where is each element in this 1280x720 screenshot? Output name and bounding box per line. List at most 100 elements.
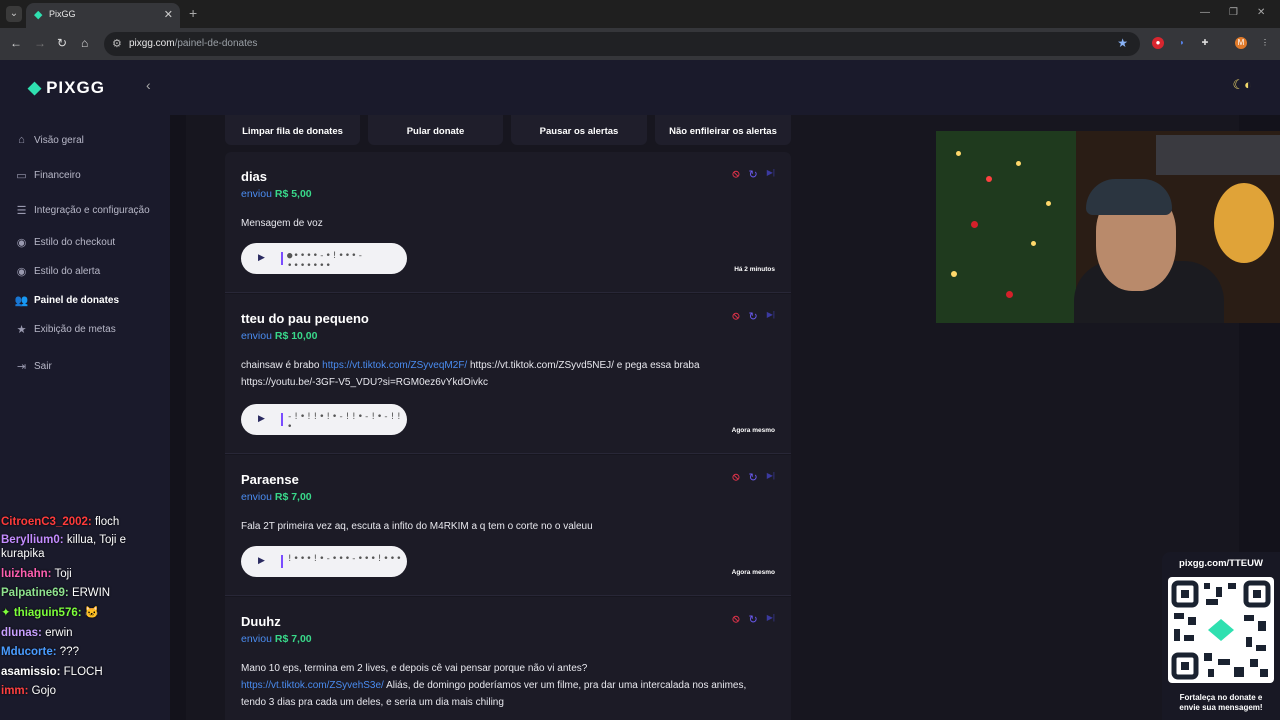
home-icon[interactable]: ⌂ (81, 36, 88, 50)
skip-icon[interactable]: ▶| (767, 168, 775, 181)
audio-player[interactable]: ▶ ●••••-•!•••-••••••• (241, 243, 407, 274)
audio-player[interactable]: ▶ !•••!•-•••-•••!••• (241, 546, 407, 577)
minimize-icon[interactable]: — (1200, 7, 1210, 18)
block-icon[interactable]: ⦸ (732, 310, 739, 323)
qr-caption: Fortaleça no donate e envie sua mensagem! (1162, 693, 1280, 713)
chat-username: Beryllium0: (1, 534, 64, 546)
qr-code-graphic (1171, 580, 1271, 680)
donation-message: Mensagem de voz (241, 218, 323, 229)
skip-icon[interactable]: ▶| (767, 310, 775, 323)
sidebar-item-label: Sair (34, 360, 52, 372)
sidebar-item-visao-geral[interactable]: ⌂ Visão geral (14, 131, 84, 149)
profile-avatar[interactable]: M (1235, 37, 1247, 49)
amount-value: R$ 10,00 (274, 330, 318, 342)
sidebar-item-integracao[interactable]: ☰ Integração e configuração (14, 201, 150, 219)
new-tab-icon[interactable]: + (189, 5, 197, 21)
chat-text: FLOCH (60, 666, 103, 678)
play-icon[interactable]: ▶ (258, 555, 265, 566)
extension-audio-icon[interactable]: ◗ (1176, 37, 1188, 49)
sidebar-item-financeiro[interactable]: ▭ Financeiro (14, 166, 80, 184)
timestamp: Há 2 minutos (734, 266, 775, 273)
sidebar-item-exibicao-metas[interactable]: ★ Exibição de metas (14, 320, 116, 338)
progress-bar[interactable] (281, 413, 283, 426)
play-icon[interactable]: ▶ (258, 413, 265, 424)
tab-search-button[interactable]: ⌄ (6, 6, 22, 22)
sidebar-item-label: Integração e configuração (34, 204, 150, 216)
timestamp: Agora mesmo (731, 427, 775, 434)
sent-label: enviou (241, 188, 272, 200)
replay-icon[interactable]: ↻ (749, 471, 758, 484)
waveform: !•••!•-•••-•••!••• (287, 554, 403, 564)
restore-icon[interactable]: ❐ (1229, 7, 1238, 18)
forward-icon[interactable]: → (34, 36, 46, 50)
lamp (1214, 183, 1274, 263)
sidebar-item-estilo-alerta[interactable]: ◉ Estilo do alerta (14, 262, 100, 280)
replay-icon[interactable]: ↻ (749, 168, 758, 181)
skip-icon[interactable]: ▶| (767, 471, 775, 484)
tree-light (1016, 161, 1021, 166)
progress-bar[interactable] (281, 555, 283, 568)
browser-menu-icon[interactable]: ⋮ (1259, 37, 1271, 49)
collapse-sidebar-icon[interactable]: ‹ (146, 77, 151, 93)
top-bar: ☾◐ (170, 60, 1280, 115)
chat-username: Mducorte: (1, 646, 57, 658)
block-icon[interactable]: ⦸ (732, 613, 739, 626)
clear-queue-button[interactable]: Limpar fila de donates (225, 115, 360, 145)
donation-amount: enviou R$ 7,00 (241, 633, 312, 645)
site-info-icon[interactable]: ⚙ (112, 37, 122, 50)
sidebar-item-sair[interactable]: ⇥ Sair (14, 357, 52, 375)
qr-overlay: pixgg.com/TTEUW Fortaleça no donate e env… (1162, 552, 1280, 720)
close-tab-icon[interactable]: ✕ (164, 8, 173, 21)
message-link[interactable]: https://vt.tiktok.com/ZSyveqM2F/ (322, 360, 467, 371)
document-icon: ☰ (16, 204, 27, 217)
chat-text: ERWIN (68, 587, 111, 599)
reload-icon[interactable]: ↻ (57, 36, 67, 50)
play-icon[interactable]: ▶ (258, 252, 265, 263)
cat-emote-icon: 🐱 (81, 607, 100, 619)
tree-light (1046, 201, 1051, 206)
extensions-puzzle-icon[interactable]: ✚ (1199, 37, 1211, 49)
address-bar[interactable]: ⚙ pixgg.com/painel-de-donates ★ (104, 32, 1140, 56)
no-queue-alerts-button[interactable]: Não enfileirar os alertas (655, 115, 791, 145)
pause-alerts-button[interactable]: Pausar os alertas (511, 115, 647, 145)
replay-icon[interactable]: ↻ (749, 613, 758, 626)
people-icon: 👥 (14, 294, 29, 307)
timestamp: Agora mesmo (731, 569, 775, 576)
chat-text: ??? (56, 646, 79, 658)
block-icon[interactable]: ⦸ (732, 168, 739, 181)
chat-message: Beryllium0: killua, Toji e kurapika (1, 533, 161, 561)
block-icon[interactable]: ⦸ (732, 471, 739, 484)
donor-name: Paraense (241, 472, 299, 487)
donation-message: chainsaw é brabo https://vt.tiktok.com/Z… (241, 357, 771, 391)
audio-player[interactable]: ▶ -!•!!•!•-!!•-!•-!!• (241, 404, 407, 435)
skip-donate-button[interactable]: Pular donate (368, 115, 503, 145)
browser-toolbar: ← → ↻ ⌂ ⚙ pixgg.com/painel-de-donates ★ … (0, 28, 1280, 60)
url-text: pixgg.com/painel-de-donates (129, 38, 257, 49)
tree-light (956, 151, 961, 156)
sent-label: enviou (241, 330, 272, 342)
message-link[interactable]: https://vt.tiktok.com/ZSyvehS3e/ (241, 680, 384, 691)
replay-icon[interactable]: ↻ (749, 310, 758, 323)
sidebar-item-estilo-checkout[interactable]: ◉ Estilo do checkout (14, 233, 115, 251)
logo[interactable]: ◆ PIXGG (28, 78, 105, 98)
qr-caption-line: envie sua mensagem! (1179, 703, 1263, 712)
bookmark-star-icon[interactable]: ★ (1117, 36, 1128, 50)
home-icon: ⌂ (18, 134, 25, 146)
palette-icon: ◉ (16, 236, 27, 249)
chat-username: luizhahn: (1, 568, 52, 580)
skip-icon[interactable]: ▶| (767, 613, 775, 626)
theme-toggle-moon-icon[interactable]: ☾◐ (1232, 77, 1252, 93)
donation-message: Mano 10 eps, termina em 2 lives, e depoi… (241, 660, 771, 711)
amount-value: R$ 7,00 (274, 633, 312, 645)
chat-text: Gojo (28, 685, 56, 697)
chat-username: asamissio: (1, 666, 61, 678)
extension-icon[interactable]: ● (1152, 37, 1164, 49)
progress-bar[interactable] (281, 252, 283, 265)
window-close-icon[interactable]: ✕ (1257, 7, 1265, 18)
tree-light (1006, 291, 1013, 298)
sent-label: enviou (241, 633, 272, 645)
browser-tab[interactable]: ◆ PixGG ✕ (26, 3, 180, 28)
back-icon[interactable]: ← (10, 36, 22, 50)
sidebar-item-painel-donates[interactable]: 👥 Painel de donates (14, 291, 119, 309)
donation-card: Duuhz enviou R$ 7,00 ⦸ ↻ ▶| Mano 10 eps,… (225, 597, 791, 720)
